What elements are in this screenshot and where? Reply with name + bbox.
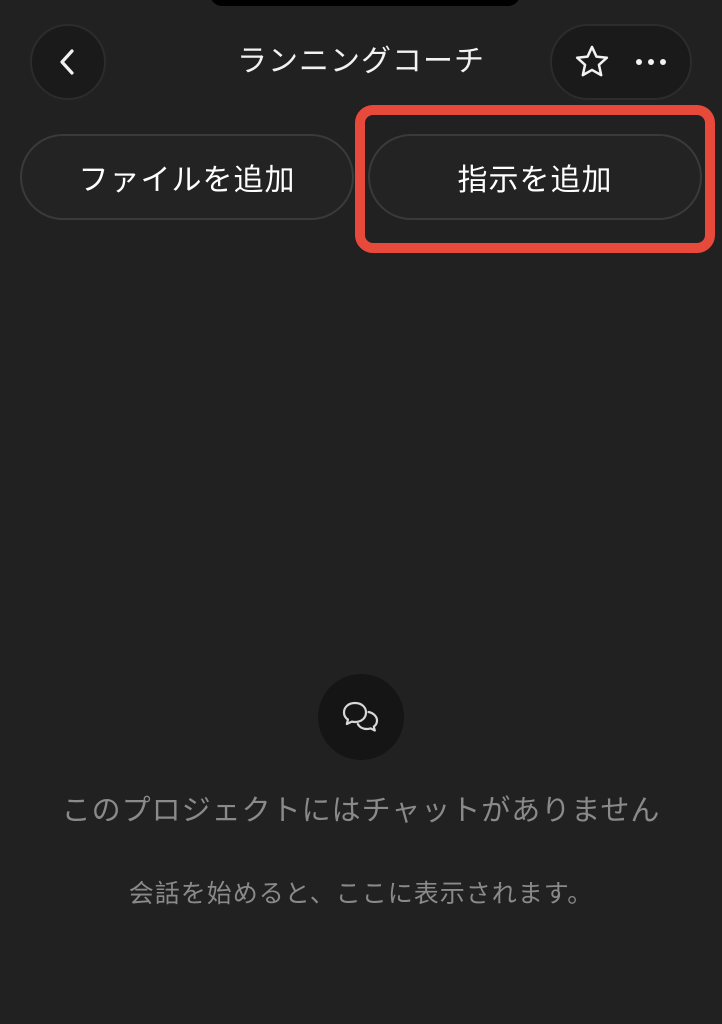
add-file-button[interactable]: ファイルを追加: [20, 134, 354, 220]
empty-state-title: このプロジェクトにはチャットがありません: [61, 793, 661, 827]
more-options-button[interactable]: [627, 38, 675, 86]
ellipsis-icon: [635, 59, 666, 65]
favorite-button[interactable]: [568, 38, 616, 86]
empty-state-icon-container: [318, 674, 404, 760]
add-instruction-button[interactable]: 指示を追加: [368, 134, 702, 220]
device-notch: [210, 0, 520, 6]
header-actions: [550, 24, 692, 100]
back-button[interactable]: [30, 24, 106, 100]
chat-bubbles-icon: [342, 701, 379, 732]
empty-state-subtitle: 会話を始めると、ここに表示されます。: [128, 879, 594, 908]
page-title: ランニングコーチ: [237, 44, 485, 79]
chevron-left-icon: [60, 49, 74, 75]
star-icon: [575, 45, 608, 77]
